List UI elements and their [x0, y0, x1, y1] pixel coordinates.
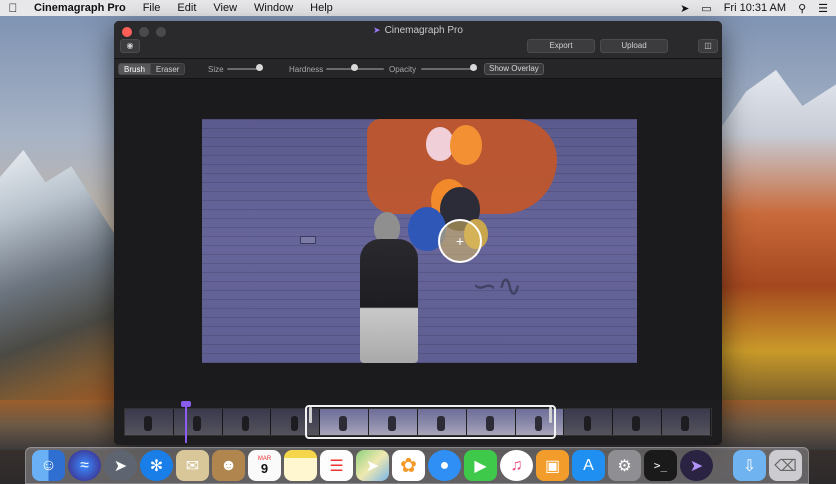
menu-view[interactable]: View: [213, 2, 237, 14]
desktop-mountain-left: [0, 150, 130, 420]
app-window: ➤ Cinemagraph Pro ◉ Export Upload ◫ Brush…: [114, 21, 722, 445]
reminders-icon[interactable]: ☰: [320, 450, 353, 481]
playhead[interactable]: [185, 403, 187, 443]
opacity-slider-knob[interactable]: [470, 64, 477, 71]
person-body: [360, 239, 418, 363]
maps-icon[interactable]: ➤: [356, 450, 389, 481]
upload-button[interactable]: Upload: [600, 39, 668, 53]
sidebar-toggle-button[interactable]: ◫: [698, 39, 718, 53]
photos-icon[interactable]: ✿: [392, 450, 425, 481]
siri-icon[interactable]: ≈: [68, 450, 101, 481]
terminal-icon[interactable]: >_: [644, 450, 677, 481]
eraser-mode-button[interactable]: Eraser: [150, 63, 186, 75]
ibooks-icon[interactable]: ▣: [536, 450, 569, 481]
export-button[interactable]: Export: [527, 39, 595, 53]
filmstrip-frame: [222, 409, 272, 435]
menu-app-name[interactable]: Cinemagraph Pro: [34, 2, 126, 14]
safari-icon[interactable]: ✻: [140, 450, 173, 481]
filmstrip-frame: [662, 409, 711, 435]
balloon-orange: [450, 125, 482, 165]
dock: ☺ ≈ ➤ ✻ ✉ ☻ MAR 9 ☰ ➤ ✿ ● ▶ ♫ ▣ A ⚙ >_ ➤…: [25, 447, 809, 484]
menu-help[interactable]: Help: [310, 2, 333, 14]
messages-icon[interactable]: ●: [428, 450, 461, 481]
menu-edit[interactable]: Edit: [177, 2, 196, 14]
downloads-icon[interactable]: ⇩: [733, 450, 766, 481]
hardness-label: Hardness: [289, 65, 324, 74]
itunes-icon[interactable]: ♫: [500, 450, 533, 481]
launchpad-icon[interactable]: ➤: [104, 450, 137, 481]
spotlight-search-icon[interactable]: ⚲: [798, 2, 806, 15]
loop-selection[interactable]: [305, 405, 556, 439]
clock[interactable]: Fri 10:31 AM: [724, 2, 786, 14]
mode-segmented-control: Brush Eraser: [118, 63, 186, 75]
menu-extras: ➤ ▭ Fri 10:31 AM ⚲ ☰: [680, 2, 828, 15]
video-frame-preview[interactable]: ∽∿ +: [202, 119, 637, 363]
cinemagraph-pro-icon[interactable]: ➤: [680, 450, 713, 481]
brush-toolbar: Brush Eraser Size Hardness Opacity Show …: [114, 59, 722, 79]
menu-bar:  Cinemagraph Pro File Edit View Window …: [0, 0, 836, 16]
filmstrip-frame: [125, 409, 174, 435]
title-bar: ➤ Cinemagraph Pro ◉ Export Upload ◫: [114, 21, 722, 59]
menu-file[interactable]: File: [143, 2, 161, 14]
camera-icon: ◉: [126, 41, 134, 50]
opacity-slider[interactable]: [421, 68, 477, 70]
system-preferences-icon[interactable]: ⚙: [608, 450, 641, 481]
contacts-icon[interactable]: ☻: [212, 450, 245, 481]
desktop-mountain-right: [716, 70, 836, 430]
mail-icon[interactable]: ✉: [176, 450, 209, 481]
size-slider-knob[interactable]: [256, 64, 263, 71]
brush-mode-button[interactable]: Brush: [118, 63, 151, 75]
brush-cursor-icon: +: [438, 219, 482, 263]
loop-start-handle[interactable]: [309, 407, 312, 423]
wall-fixture: [300, 236, 316, 244]
calendar-icon[interactable]: MAR 9: [248, 450, 281, 481]
window-title: ➤ Cinemagraph Pro: [114, 25, 722, 36]
timeline: [114, 400, 722, 445]
hardness-slider-knob[interactable]: [351, 64, 358, 71]
cinemagraph-status-icon[interactable]: ➤: [680, 2, 689, 15]
finder-icon[interactable]: ☺: [32, 450, 65, 481]
size-label: Size: [208, 65, 224, 74]
display-icon[interactable]: ▭: [701, 2, 711, 15]
filmstrip-frame: [564, 409, 614, 435]
filmstrip-frame: [173, 409, 223, 435]
filmstrip-frame: [613, 409, 663, 435]
trash-icon[interactable]: ⌫: [769, 450, 802, 481]
show-overlay-button[interactable]: Show Overlay: [484, 63, 544, 75]
calendar-day: 9: [260, 461, 269, 476]
window-title-text: Cinemagraph Pro: [384, 25, 463, 36]
sidebar-icon: ◫: [704, 41, 712, 50]
notes-icon[interactable]: [284, 450, 317, 481]
notification-center-icon[interactable]: ☰: [818, 2, 828, 15]
loop-end-handle[interactable]: [549, 407, 552, 423]
camera-button[interactable]: ◉: [120, 39, 140, 53]
opacity-label: Opacity: [389, 65, 417, 74]
facetime-icon[interactable]: ▶: [464, 450, 497, 481]
apple-menu-icon[interactable]: : [8, 1, 18, 15]
app-store-icon[interactable]: A: [572, 450, 605, 481]
menu-window[interactable]: Window: [254, 2, 293, 14]
editor-canvas: ∽∿ +: [114, 80, 722, 400]
app-logo-icon: ➤: [373, 25, 381, 35]
graffiti: ∽∿: [472, 269, 523, 304]
